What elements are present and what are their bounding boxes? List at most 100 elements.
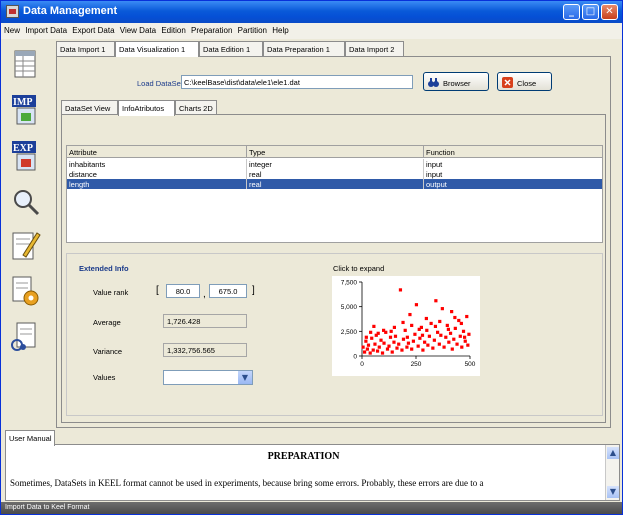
cell-attribute: distance	[67, 169, 247, 179]
data-point	[460, 345, 464, 349]
magnifier-icon[interactable]	[11, 187, 41, 217]
menu-import-data[interactable]: Import Data	[25, 23, 67, 35]
data-point	[366, 343, 371, 347]
table-row-selected[interactable]: length real output	[67, 179, 602, 189]
tab-user-manual[interactable]: User Manual	[5, 430, 55, 446]
y-tick-label: 7,500	[341, 280, 358, 287]
values-dropdown[interactable]: ▼	[163, 370, 253, 385]
menu-preparation[interactable]: Preparation	[191, 23, 232, 35]
values-label: Values	[93, 373, 116, 382]
menu-bar: New Import Data Export Data View Data Ed…	[1, 23, 622, 39]
tab-data-import-2[interactable]: Data Import 2	[345, 41, 404, 56]
data-point	[369, 330, 373, 334]
column-header-function[interactable]: Function	[424, 146, 602, 158]
table-row[interactable]: distance real input	[67, 169, 602, 179]
data-point	[377, 345, 381, 349]
data-point	[453, 326, 457, 330]
data-point	[425, 328, 429, 332]
data-point	[413, 332, 417, 336]
data-point	[458, 334, 462, 338]
close-dataset-button[interactable]: Close	[497, 72, 552, 91]
data-point	[364, 335, 368, 339]
rank-separator: ,	[203, 289, 206, 300]
tab-dataset-view[interactable]: DataSet View	[61, 100, 118, 115]
chevron-down-icon[interactable]: ▼	[238, 371, 252, 384]
tab-data-visualization-1[interactable]: Data Visualization 1	[115, 41, 199, 57]
data-point	[434, 299, 438, 303]
y-tick-label: 2,500	[341, 329, 358, 336]
cell-type: integer	[247, 159, 424, 169]
data-point	[379, 338, 383, 342]
data-point	[437, 342, 441, 346]
menu-view-data[interactable]: View Data	[120, 23, 156, 35]
scatter-chart[interactable]: 0 2,500 5,000 7,500 0 250 500	[332, 276, 480, 376]
minimize-button[interactable]: _	[563, 4, 580, 20]
data-point	[410, 347, 414, 351]
data-point	[453, 315, 457, 320]
data-point	[467, 332, 471, 336]
data-point	[373, 342, 377, 346]
manual-scrollbar[interactable]: ▲ ▼	[605, 445, 619, 500]
data-point	[408, 312, 412, 317]
data-point	[362, 350, 367, 354]
data-point	[452, 337, 456, 341]
cell-function: output	[426, 180, 447, 189]
table-row[interactable]: inhabitants integer input	[67, 159, 602, 169]
data-point	[401, 337, 406, 341]
menu-export-data[interactable]: Export Data	[72, 23, 114, 35]
scroll-up-icon[interactable]: ▲	[607, 447, 619, 459]
menu-partition[interactable]: Partition	[238, 23, 267, 35]
menu-edition[interactable]: Edition	[161, 23, 185, 35]
tab-data-import-1[interactable]: Data Import 1	[56, 41, 115, 56]
cell-type: real	[247, 179, 424, 189]
import-icon[interactable]: IMP	[11, 93, 41, 125]
maximize-button[interactable]: □	[582, 4, 599, 20]
scroll-down-icon[interactable]: ▼	[607, 486, 619, 498]
partition-icon[interactable]	[11, 321, 41, 351]
data-point	[438, 319, 442, 324]
data-point	[382, 328, 386, 332]
cell-function: input	[426, 160, 443, 169]
export-icon[interactable]: EXP	[11, 139, 41, 171]
window-title: Data Management	[23, 5, 118, 17]
data-point	[403, 328, 407, 332]
edit-pencil-icon[interactable]	[11, 229, 41, 260]
x-tick-label: 0	[360, 361, 364, 368]
y-tick-label: 0	[353, 354, 357, 361]
rank-max-field[interactable]: 675.0	[209, 284, 247, 298]
cell-function: input	[426, 170, 443, 179]
data-point	[417, 327, 421, 331]
data-point	[371, 348, 375, 352]
preparation-icon[interactable]	[11, 275, 41, 306]
data-point	[447, 340, 451, 344]
data-point	[445, 323, 449, 328]
table-icon[interactable]	[11, 49, 41, 79]
tab-data-edition-1[interactable]: Data Edition 1	[199, 41, 263, 56]
data-point	[455, 342, 459, 346]
data-point	[370, 336, 374, 340]
menu-new[interactable]: New	[4, 23, 20, 35]
dataset-path-field[interactable]: C:\keelBase\dist\data\ele1\ele1.dat	[181, 75, 413, 89]
data-point	[397, 342, 401, 346]
rank-close-bracket: ]	[252, 285, 255, 296]
browser-button[interactable]: Browser	[423, 72, 489, 91]
tab-charts-2d[interactable]: Charts 2D	[175, 100, 217, 115]
data-point	[365, 347, 369, 351]
data-point	[376, 331, 380, 335]
rank-min-field[interactable]: 80.0	[166, 284, 200, 298]
close-window-button[interactable]: ✕	[601, 4, 618, 20]
data-point	[361, 345, 365, 349]
menu-help[interactable]: Help	[272, 23, 288, 35]
data-point	[393, 334, 398, 338]
data-point	[390, 350, 394, 354]
tab-data-preparation-1[interactable]: Data Preparation 1	[263, 41, 345, 56]
column-header-type[interactable]: Type	[247, 146, 424, 158]
data-point	[432, 338, 436, 342]
tab-infoatributos[interactable]: InfoAtributos	[118, 100, 175, 116]
column-header-attribute[interactable]: Attribute	[67, 146, 247, 158]
data-point	[395, 346, 399, 350]
data-point	[446, 327, 450, 331]
data-point	[382, 341, 386, 345]
browser-button-label: Browser	[443, 79, 471, 88]
exp-label: EXP	[13, 143, 33, 154]
